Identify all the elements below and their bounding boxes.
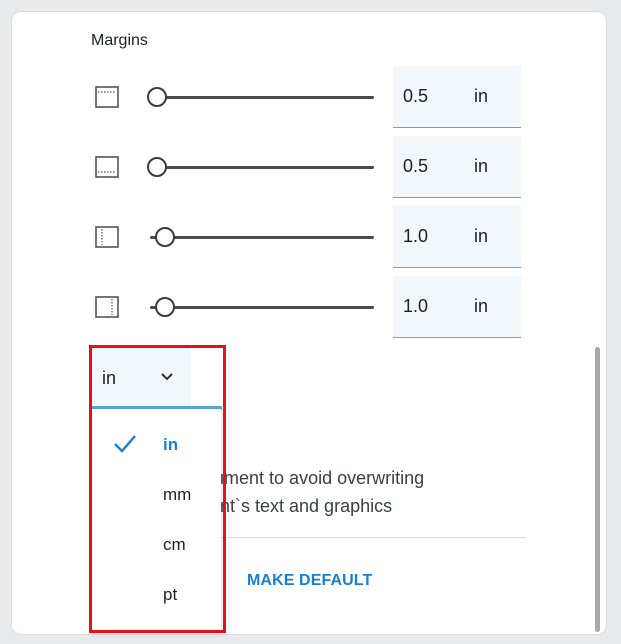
dropdown-item-label: pt <box>163 585 178 604</box>
dropdown-item-label: in <box>163 435 179 454</box>
margin-right-unit: in <box>474 296 489 316</box>
margin-bottom-icon <box>95 156 119 178</box>
margin-left-slider-thumb[interactable] <box>155 227 175 247</box>
dropdown-item-label: mm <box>163 485 192 504</box>
margin-row-left: 1.0 in <box>12 206 606 268</box>
margin-left-slider-track[interactable] <box>150 236 374 239</box>
section-title-margins: Margins <box>91 32 148 49</box>
margin-left-unit: in <box>474 226 489 246</box>
unit-select[interactable]: in <box>92 348 191 408</box>
chevron-down-icon[interactable] <box>160 370 174 384</box>
unit-select-value: in <box>102 368 117 388</box>
margin-top-slider-track[interactable] <box>150 96 374 99</box>
margin-bottom-slider-thumb[interactable] <box>147 157 167 177</box>
margin-row-right: 1.0 in <box>12 276 606 338</box>
margin-top-unit: in <box>474 86 489 106</box>
dropdown-item-mm[interactable]: mm <box>92 470 221 520</box>
dropdown-item-label: cm <box>163 535 186 554</box>
margin-left-icon <box>95 226 119 248</box>
margin-right-slider-thumb[interactable] <box>155 297 175 317</box>
margin-right-input[interactable]: 1.0 in <box>393 276 521 338</box>
description-line-1: ocument to avoid overwriting <box>195 468 425 488</box>
margin-bottom-slider-track[interactable] <box>150 166 374 169</box>
check-icon <box>114 435 136 453</box>
margin-left-input[interactable]: 1.0 in <box>393 206 521 268</box>
margin-top-slider-thumb[interactable] <box>147 87 167 107</box>
margin-right-value: 1.0 <box>403 296 429 316</box>
margin-right-slider-track[interactable] <box>150 306 374 309</box>
description-line-2: ment`s text and graphics <box>195 496 393 516</box>
margin-row-top: 0.5 in <box>12 66 606 128</box>
unit-dropdown-menu: in mm cm pt <box>92 409 221 631</box>
description-text: ocument to avoid overwriting ment`s text… <box>195 464 424 520</box>
margin-bottom-unit: in <box>474 156 489 176</box>
dropdown-item-cm[interactable]: cm <box>92 520 221 570</box>
margin-top-icon <box>95 86 119 108</box>
margin-right-icon <box>95 296 119 318</box>
make-default-button[interactable]: MAKE DEFAULT <box>247 572 372 590</box>
margin-top-value: 0.5 <box>403 86 429 106</box>
margin-left-value: 1.0 <box>403 226 429 246</box>
scrollbar-thumb[interactable] <box>595 347 600 632</box>
dropdown-item-in[interactable]: in <box>92 420 221 470</box>
margin-row-bottom: 0.5 in <box>12 136 606 198</box>
margin-bottom-input[interactable]: 0.5 in <box>393 136 521 198</box>
dropdown-item-pt[interactable]: pt <box>92 570 221 620</box>
margin-bottom-value: 0.5 <box>403 156 429 176</box>
divider <box>195 537 526 538</box>
margin-top-input[interactable]: 0.5 in <box>393 66 521 128</box>
